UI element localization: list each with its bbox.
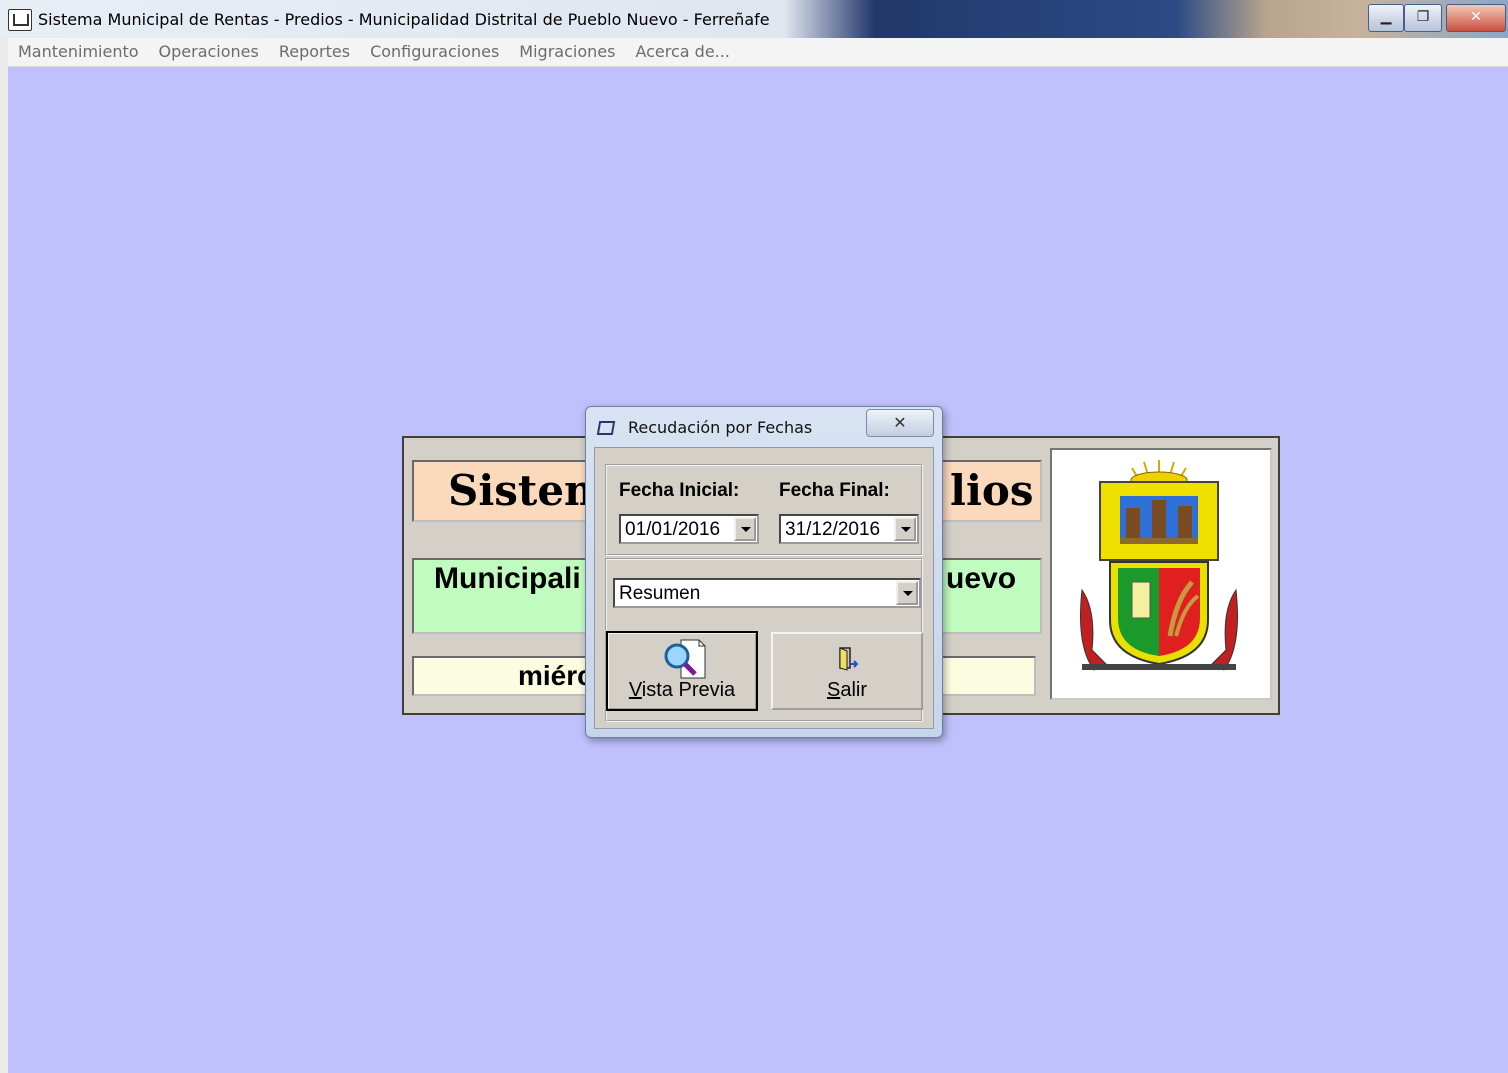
chevron-down-icon[interactable] xyxy=(734,517,756,541)
current-date-left: miérc xyxy=(518,660,593,691)
menu-migraciones[interactable]: Migraciones xyxy=(509,38,625,66)
dialog-icon xyxy=(596,421,616,435)
dialog-title: Recudación por Fechas xyxy=(628,418,813,437)
close-button[interactable]: ✕ xyxy=(1446,4,1506,32)
fecha-inicial-picker[interactable]: 01/01/2016 xyxy=(619,514,759,544)
menu-acerca-de[interactable]: Acerca de... xyxy=(625,38,739,66)
fecha-inicial-value: 01/01/2016 xyxy=(625,519,721,540)
magnifier-document-icon xyxy=(664,639,706,679)
dialog-close-button[interactable]: ✕ xyxy=(866,409,934,437)
chevron-down-icon[interactable] xyxy=(896,581,918,605)
exit-door-icon xyxy=(839,647,859,671)
dialog-client-area: Fecha Inicial: Fecha Final: 01/01/2016 3… xyxy=(594,447,934,729)
menu-mantenimiento[interactable]: Mantenimiento xyxy=(8,38,149,66)
restore-button[interactable]: ❐ xyxy=(1404,4,1442,32)
report-type-value: Resumen xyxy=(619,583,701,604)
menu-operaciones[interactable]: Operaciones xyxy=(149,38,269,66)
fecha-final-value: 31/12/2016 xyxy=(785,519,881,540)
fecha-inicial-label: Fecha Inicial: xyxy=(619,480,740,501)
municipality-right: uevo xyxy=(946,562,1017,595)
window-titlebar: Sistema Municipal de Rentas - Predios - … xyxy=(0,0,1508,39)
salir-label: Salir xyxy=(826,679,867,701)
window-title: Sistema Municipal de Rentas - Predios - … xyxy=(38,10,770,29)
menu-bar: Mantenimiento Operaciones Reportes Configur… xyxy=(8,38,1508,67)
system-title-right: lios xyxy=(950,466,1034,515)
municipality-left: Municipali xyxy=(434,562,581,595)
fecha-final-picker[interactable]: 31/12/2016 xyxy=(779,514,919,544)
crest-frame xyxy=(1050,448,1272,700)
chevron-down-icon[interactable] xyxy=(894,517,916,541)
minimize-button[interactable]: ▁ xyxy=(1368,4,1404,32)
vista-previa-button[interactable]: Vista Previa xyxy=(606,631,758,711)
recaudacion-dialog: Recudación por Fechas ✕ Fecha Inicial: F… xyxy=(585,406,943,738)
window-left-border xyxy=(0,38,8,1073)
app-icon xyxy=(8,9,32,31)
menu-configuraciones[interactable]: Configuraciones xyxy=(360,38,509,66)
vista-previa-label: Vista Previa xyxy=(628,679,736,701)
salir-button[interactable]: Salir xyxy=(771,632,923,710)
fecha-final-label: Fecha Final: xyxy=(779,480,890,501)
report-type-select[interactable]: Resumen xyxy=(613,578,921,608)
municipal-crest-image xyxy=(1080,460,1238,671)
menu-reportes[interactable]: Reportes xyxy=(269,38,360,66)
